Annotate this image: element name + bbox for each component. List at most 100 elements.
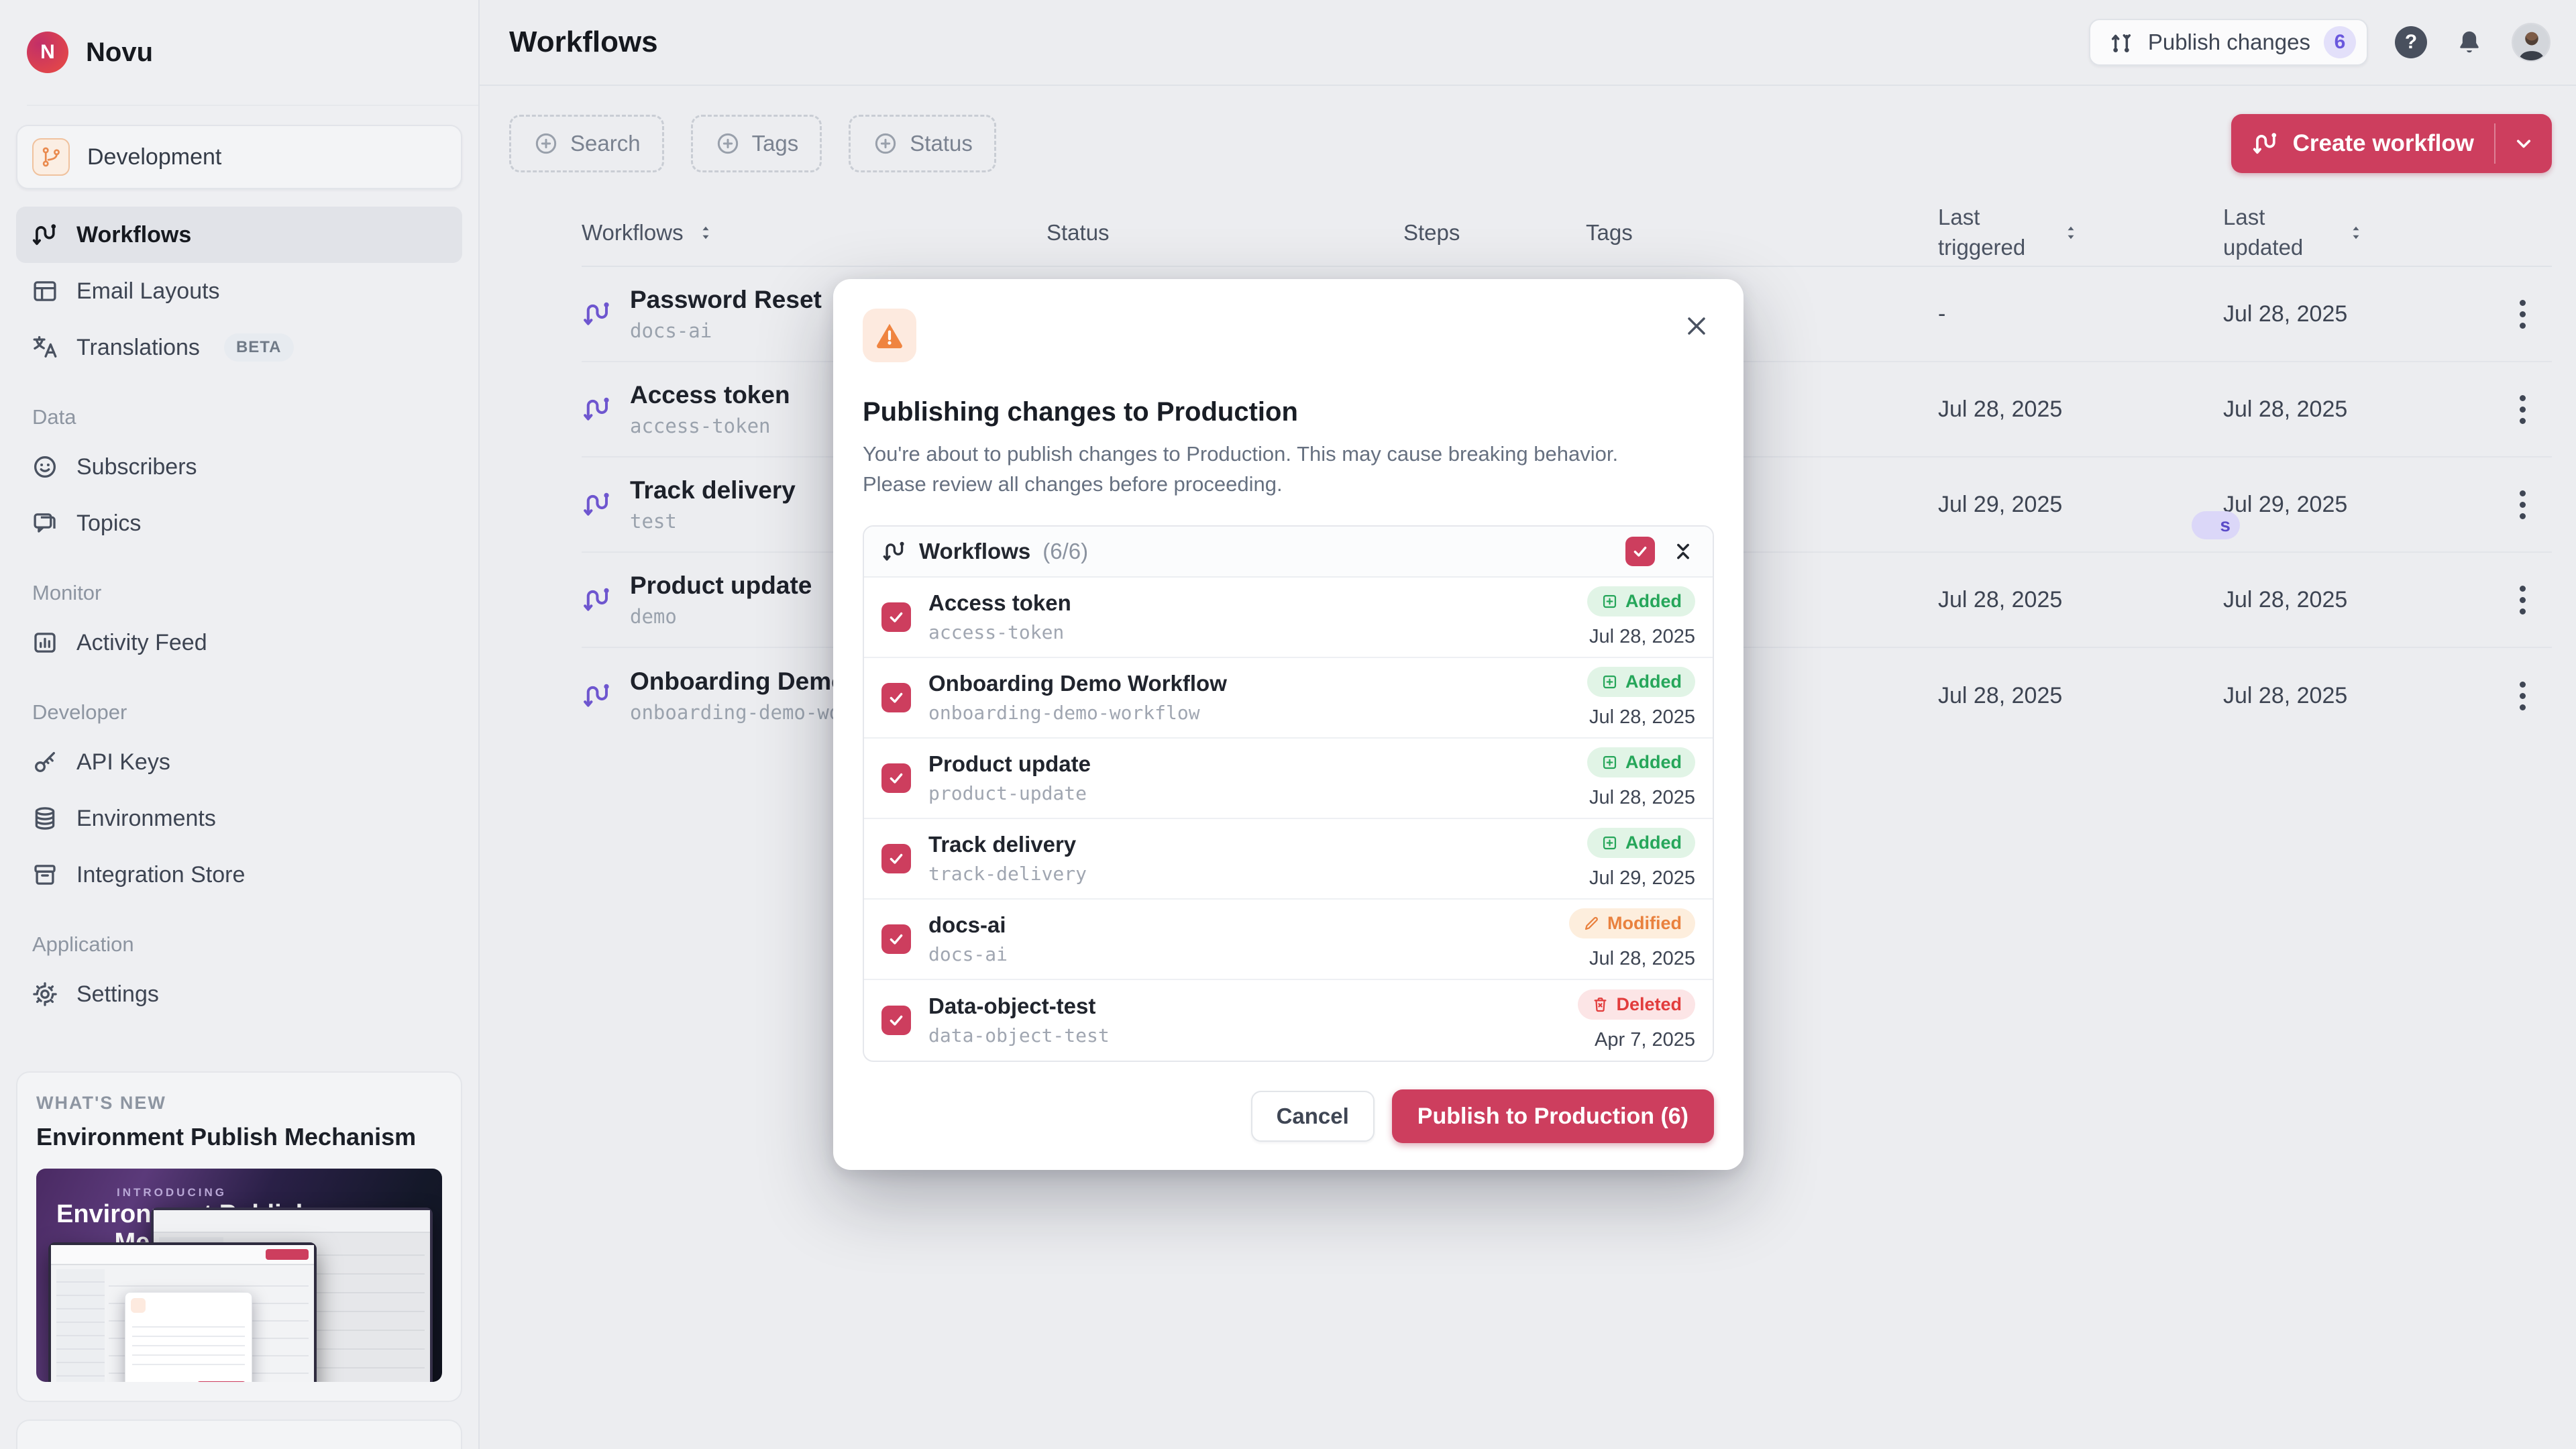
org-row[interactable]: N Novu [16, 0, 462, 105]
question-icon: ? [2405, 31, 2417, 54]
sidebar-item-translations[interactable]: Translations BETA [16, 319, 462, 376]
change-slug: data-object-test [928, 1024, 1110, 1046]
next-card-stub [16, 1419, 462, 1449]
sidebar-item-integration-store[interactable]: Integration Store [16, 847, 462, 903]
select-all-checkbox[interactable] [1625, 537, 1655, 566]
workflow-icon [582, 489, 612, 520]
plus-circle-icon [533, 130, 559, 157]
last-updated-value: Jul 28, 2025 [2223, 587, 2475, 613]
workflow-icon [582, 299, 612, 329]
sidebar: N Novu Development Workflows Email Layou… [0, 0, 480, 1449]
row-menu-button[interactable] [2513, 293, 2532, 335]
change-slug: access-token [928, 621, 1071, 643]
topics-icon [31, 509, 59, 537]
status-badge-modified: Modified [1569, 908, 1695, 938]
banner-eyebrow: INTRODUCING [117, 1186, 227, 1199]
workflow-slug: test [630, 510, 796, 533]
item-checkbox[interactable] [881, 602, 911, 632]
change-slug: track-delivery [928, 863, 1087, 885]
publish-changes-button[interactable]: Publish changes 6 [2089, 19, 2368, 66]
column-header-workflows[interactable]: Workflows [582, 220, 1046, 246]
item-checkbox[interactable] [881, 924, 911, 954]
change-name: Data-object-test [928, 994, 1110, 1019]
whats-new-eyebrow: WHAT'S NEW [36, 1093, 442, 1114]
notifications-bell-icon[interactable] [2454, 27, 2485, 58]
help-button[interactable]: ? [2395, 26, 2427, 58]
create-workflow-dropdown[interactable] [2496, 114, 2552, 173]
column-header-last-updated[interactable]: Last updated [2223, 203, 2475, 262]
sidebar-item-topics[interactable]: Topics [16, 495, 462, 551]
last-updated-value: Jul 29, 2025 [2223, 492, 2475, 518]
partially-hidden-tag-badge: s [2192, 511, 2240, 539]
cancel-button[interactable]: Cancel [1251, 1091, 1375, 1142]
novu-logo: N [27, 32, 68, 73]
last-updated-value: Jul 28, 2025 [2223, 396, 2475, 423]
last-triggered-value: Jul 29, 2025 [1938, 492, 2223, 518]
item-checkbox[interactable] [881, 1006, 911, 1035]
sort-icon [696, 223, 716, 243]
user-avatar[interactable] [2512, 23, 2551, 62]
whats-new-banner-image: INTRODUCING Environment Publish Mechanis… [36, 1169, 442, 1382]
workflow-icon [31, 221, 59, 249]
row-menu-button[interactable] [2513, 484, 2532, 526]
item-checkbox[interactable] [881, 844, 911, 873]
plus-circle-icon [714, 130, 741, 157]
sidebar-item-label: Settings [76, 981, 159, 1008]
sidebar-item-settings[interactable]: Settings [16, 966, 462, 1022]
column-header-last-triggered[interactable]: Last triggered [1938, 203, 2223, 262]
change-list-item: Access token access-token Added Jul 28, … [864, 578, 1713, 658]
sidebar-item-environments[interactable]: Environments [16, 790, 462, 847]
sidebar-item-label: API Keys [76, 749, 170, 775]
sidebar-item-api-keys[interactable]: API Keys [16, 734, 462, 790]
sidebar-item-workflows[interactable]: Workflows [16, 207, 462, 263]
row-menu-button[interactable] [2513, 675, 2532, 717]
last-triggered-value: Jul 28, 2025 [1938, 587, 2223, 613]
collapse-icon[interactable] [1671, 539, 1695, 564]
change-slug: docs-ai [928, 943, 1008, 965]
plus-circle-icon [872, 130, 899, 157]
item-checkbox[interactable] [881, 763, 911, 793]
tags-filter-label: Tags [752, 131, 799, 156]
close-icon[interactable] [1682, 311, 1711, 341]
create-workflow-split-button[interactable]: Create workflow [2231, 114, 2552, 173]
change-name: Track delivery [928, 832, 1087, 857]
sidebar-item-email-layouts[interactable]: Email Layouts [16, 263, 462, 319]
publish-to-production-button[interactable]: Publish to Production (6) [1392, 1089, 1714, 1143]
panel-count: (6/6) [1042, 539, 1088, 564]
change-name: Onboarding Demo Workflow [928, 671, 1227, 696]
sidebar-item-label: Environments [76, 806, 216, 832]
item-checkbox[interactable] [881, 683, 911, 712]
tags-filter-chip[interactable]: Tags [691, 115, 822, 172]
subscribers-icon [31, 453, 59, 481]
store-icon [31, 861, 59, 889]
diff-modified-icon [1582, 914, 1601, 932]
workflow-name: Track delivery [630, 476, 796, 504]
create-workflow-button[interactable]: Create workflow [2231, 114, 2494, 173]
workflow-name: Access token [630, 381, 790, 409]
change-list-item: docs-ai docs-ai Modified Jul 28, 2025 [864, 900, 1713, 980]
diff-added-icon [1601, 592, 1619, 610]
sort-icon [2061, 223, 2081, 243]
change-date: Jul 28, 2025 [1589, 787, 1695, 809]
row-menu-button[interactable] [2513, 388, 2532, 431]
sidebar-item-label: Activity Feed [76, 630, 207, 656]
workflow-icon [582, 584, 612, 615]
key-icon [31, 748, 59, 776]
branch-icon [32, 138, 70, 176]
environment-selector[interactable]: Development [16, 125, 462, 189]
beta-badge: BETA [224, 333, 294, 362]
sidebar-divider [27, 105, 478, 106]
sidebar-nav: Workflows Email Layouts Translations BET… [16, 207, 462, 1022]
whats-new-card[interactable]: WHAT'S NEW Environment Publish Mechanism… [16, 1071, 462, 1402]
sidebar-item-activity-feed[interactable]: Activity Feed [16, 614, 462, 671]
create-workflow-label: Create workflow [2293, 130, 2474, 157]
last-triggered-value: - [1938, 301, 2223, 327]
change-date: Jul 28, 2025 [1589, 948, 1695, 970]
search-filter-chip[interactable]: Search [509, 115, 664, 172]
row-menu-button[interactable] [2513, 579, 2532, 621]
last-triggered-value: Jul 28, 2025 [1938, 683, 2223, 709]
sidebar-item-subscribers[interactable]: Subscribers [16, 439, 462, 495]
status-filter-chip[interactable]: Status [849, 115, 996, 172]
workflow-name: Password Reset [630, 286, 822, 314]
sidebar-item-label: Topics [76, 511, 141, 537]
